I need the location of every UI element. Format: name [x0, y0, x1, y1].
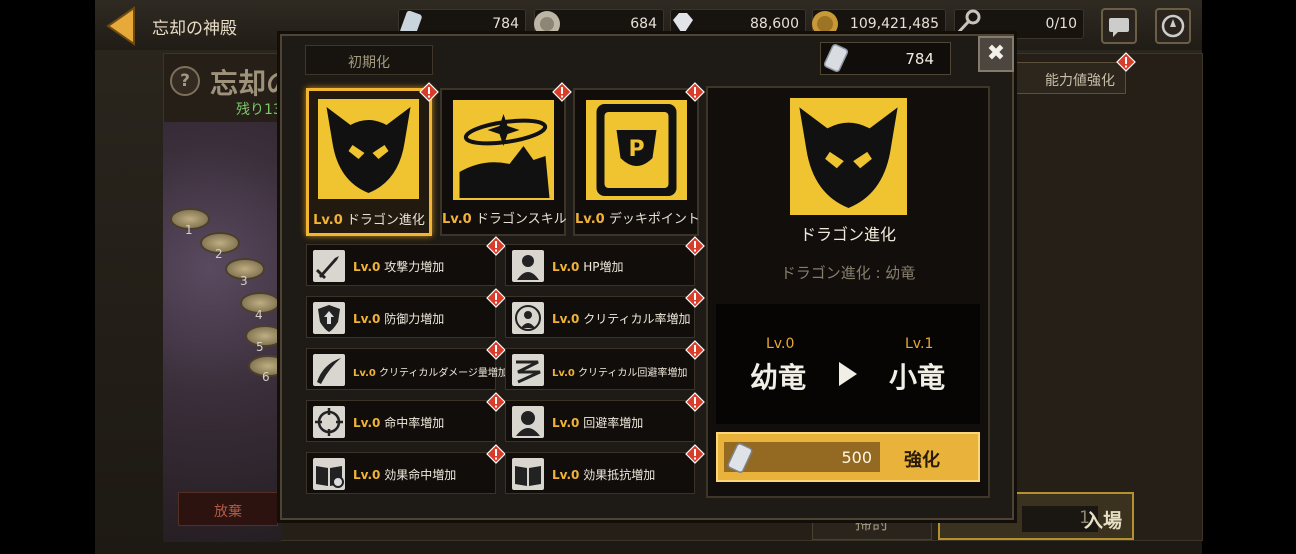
card-dragon-skill[interactable]: Lv.0 ドラゴンスキル: [440, 88, 567, 236]
map-node-number: 3: [240, 274, 248, 288]
back-arrow-icon[interactable]: [104, 6, 138, 46]
stat-label: Lv.0 効果抵抗増加: [552, 468, 656, 482]
map-node-number: 6: [262, 370, 270, 384]
dragon-skill-icon: [453, 100, 554, 200]
map-node-number: 2: [215, 247, 223, 261]
stat-label: Lv.0 防御力増加: [353, 312, 445, 326]
book-icon: [512, 458, 544, 490]
stat-row[interactable]: Lv.0 防御力増加: [306, 296, 496, 338]
alert-icon: [685, 340, 705, 360]
abandon-button[interactable]: 放棄: [178, 492, 278, 526]
upgrade-label: 強化: [904, 450, 940, 471]
alert-icon: [486, 288, 506, 308]
chat-icon: [1109, 18, 1129, 37]
upgrade-button[interactable]: 500 強化: [716, 432, 980, 482]
stat-upgrade-button[interactable]: 能力値強化: [1012, 62, 1126, 94]
alert-icon: [1116, 52, 1136, 72]
page-title: 忘却の神殿: [152, 19, 237, 39]
stat-label: Lv.0 HP増加: [552, 260, 624, 274]
entry-label: 入場: [1084, 510, 1123, 532]
alert-icon: [419, 82, 439, 102]
navigation-button[interactable]: [1155, 8, 1191, 44]
stat-label: Lv.0 クリティカルダメージ量増加: [353, 368, 508, 379]
alert-icon: [685, 236, 705, 256]
close-button[interactable]: ✖: [978, 36, 1014, 72]
map-node-number: 1: [185, 223, 193, 237]
to-name: 小竜: [889, 361, 946, 394]
book-gear-icon: [313, 458, 345, 490]
stat-row[interactable]: Lv.0 HP増加: [505, 244, 695, 286]
map-node[interactable]: [245, 325, 285, 347]
slash-icon: [313, 354, 345, 386]
arrow-right-icon: [839, 362, 857, 386]
stat-row[interactable]: Lv.0 攻撃力増加: [306, 244, 496, 286]
from-name: 幼竜: [750, 361, 807, 394]
stat-row[interactable]: Lv.0 効果命中増加: [306, 452, 496, 494]
detail-stage: ドラゴン進化 : 幼竜: [780, 264, 916, 282]
help-icon[interactable]: ?: [170, 66, 200, 96]
stat-label: Lv.0 効果命中増加: [353, 468, 457, 482]
card-deck-point[interactable]: P Lv.0 デッキポイント: [573, 88, 700, 236]
svg-text:P: P: [628, 137, 644, 162]
stat-label: Lv.0 クリティカル回避率増加: [552, 368, 688, 379]
stat-row[interactable]: Lv.0 クリティカル回避率増加: [505, 348, 695, 390]
from-level: Lv.0: [766, 336, 795, 352]
zigzag-icon: [512, 354, 544, 386]
card-label: Lv.0 ドラゴンスキル: [442, 212, 567, 227]
alert-icon: [552, 82, 572, 102]
dragon-mask-icon: [318, 99, 419, 199]
crosshair-icon: [313, 406, 345, 438]
stat-row[interactable]: Lv.0 効果抵抗増加: [505, 452, 695, 494]
chat-button[interactable]: [1101, 8, 1137, 44]
card-label: Lv.0 デッキポイント: [575, 212, 700, 227]
stat-row[interactable]: Lv.0 回避率増加: [505, 400, 695, 442]
alert-icon: [486, 444, 506, 464]
card-label: Lv.0 ドラゴン進化: [313, 213, 425, 228]
dragon-mask-icon: [790, 98, 907, 215]
stat-label: Lv.0 命中率増加: [353, 416, 445, 430]
ghost-icon: [512, 406, 544, 438]
alert-icon: [486, 236, 506, 256]
sword-icon: [313, 250, 345, 282]
shield-icon: [313, 302, 345, 334]
to-level: Lv.1: [905, 336, 934, 352]
map-node-number: 4: [255, 308, 263, 322]
stat-label: Lv.0 クリティカル率増加: [552, 312, 691, 326]
alert-icon: [486, 340, 506, 360]
target-person-icon: [512, 302, 544, 334]
stat-label: Lv.0 攻撃力増加: [353, 260, 445, 274]
alert-icon: [685, 444, 705, 464]
card-dragon-evolution[interactable]: Lv.0 ドラゴン進化: [306, 88, 432, 236]
stat-row[interactable]: Lv.0 クリティカル率増加: [505, 296, 695, 338]
detail-title: ドラゴン進化: [799, 225, 896, 244]
stat-row[interactable]: Lv.0 クリティカルダメージ量増加: [306, 348, 508, 390]
alert-icon: [685, 392, 705, 412]
crystal-currency-icon: [823, 43, 849, 73]
stat-label: Lv.0 回避率増加: [552, 416, 644, 430]
alert-icon: [685, 288, 705, 308]
currency-counter: 784: [820, 42, 951, 75]
reset-button[interactable]: 初期化: [305, 45, 433, 75]
alert-icon: [486, 392, 506, 412]
upgrade-cost: 500: [841, 448, 872, 467]
compass-icon: [1161, 14, 1185, 38]
level-transition: Lv.0 幼竜 Lv.1 小竜: [716, 304, 980, 424]
alert-icon: [685, 82, 705, 102]
deck-point-icon: P: [586, 100, 687, 200]
map-node-number: 5: [256, 340, 264, 354]
person-icon: [512, 250, 544, 282]
stat-row[interactable]: Lv.0 命中率増加: [306, 400, 496, 442]
